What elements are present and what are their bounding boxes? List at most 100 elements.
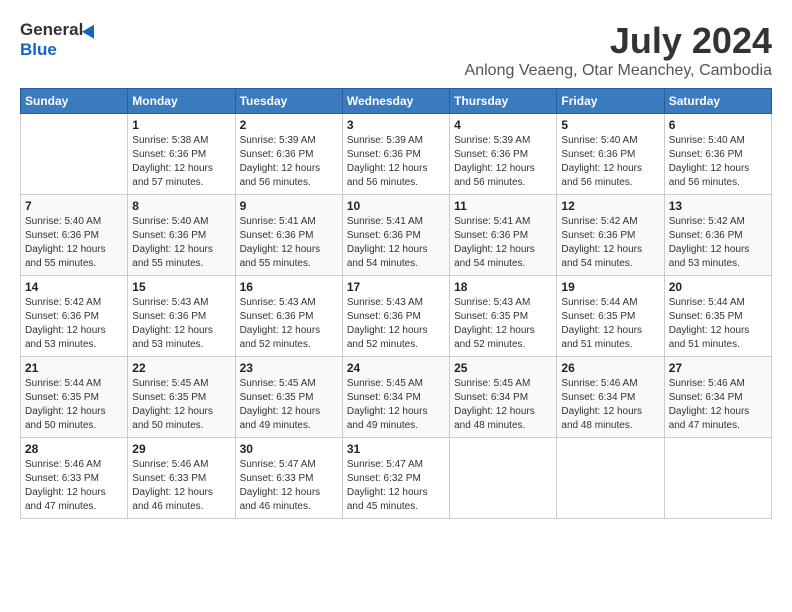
logo: General Blue [20, 20, 98, 60]
day-info: Sunrise: 5:39 AM Sunset: 6:36 PM Dayligh… [347, 134, 445, 190]
day-number: 2 [240, 118, 338, 132]
day-info: Sunrise: 5:41 AM Sunset: 6:36 PM Dayligh… [347, 215, 445, 271]
day-number: 1 [132, 118, 230, 132]
day-info: Sunrise: 5:38 AM Sunset: 6:36 PM Dayligh… [132, 134, 230, 190]
logo-general: General [20, 20, 83, 40]
day-number: 29 [132, 442, 230, 456]
day-info: Sunrise: 5:41 AM Sunset: 6:36 PM Dayligh… [240, 215, 338, 271]
day-info: Sunrise: 5:47 AM Sunset: 6:33 PM Dayligh… [240, 458, 338, 514]
logo-icon [82, 21, 100, 38]
table-row: 24Sunrise: 5:45 AM Sunset: 6:34 PM Dayli… [342, 357, 449, 438]
day-number: 15 [132, 280, 230, 294]
table-row: 16 Sunrise: 5:43 AM Sunset: 6:36 PM Dayli… [235, 276, 342, 357]
table-row: 12Sunrise: 5:42 AM Sunset: 6:36 PM Dayli… [557, 195, 664, 276]
day-number: 21 [25, 361, 123, 375]
day-info: Sunrise: 5:46 AM Sunset: 6:33 PM Dayligh… [132, 458, 230, 514]
day-info: Sunrise: 5:45 AM Sunset: 6:35 PM Dayligh… [240, 377, 338, 433]
table-row: 4 Sunrise: 5:39 AM Sunset: 6:36 PM Daylig… [450, 114, 557, 195]
table-row: 31 Sunrise: 5:47 AM Sunset: 6:32 PM Dayli… [342, 438, 449, 519]
day-number: 17 [347, 280, 445, 294]
header: General Blue July 2024 Anlong Veaeng, Ot… [20, 20, 772, 80]
day-info: Sunrise: 5:46 AM Sunset: 6:33 PM Dayligh… [25, 458, 123, 514]
table-row: 30 Sunrise: 5:47 AM Sunset: 6:33 PM Dayli… [235, 438, 342, 519]
table-row: 29 Sunrise: 5:46 AM Sunset: 6:33 PM Dayli… [128, 438, 235, 519]
calendar-week-row: 7 Sunrise: 5:40 AM Sunset: 6:36 PM Daylig… [21, 195, 772, 276]
location: Anlong Veaeng, Otar Meanchey, Cambodia [465, 62, 772, 80]
table-row: 19 Sunrise: 5:44 AM Sunset: 6:35 PM Dayli… [557, 276, 664, 357]
table-row: 27Sunrise: 5:46 AM Sunset: 6:34 PM Dayli… [664, 357, 771, 438]
day-number: 14 [25, 280, 123, 294]
table-row: 25Sunrise: 5:45 AM Sunset: 6:34 PM Dayli… [450, 357, 557, 438]
header-saturday: Saturday [664, 89, 771, 114]
table-row: 26Sunrise: 5:46 AM Sunset: 6:34 PM Dayli… [557, 357, 664, 438]
day-info: Sunrise: 5:44 AM Sunset: 6:35 PM Dayligh… [25, 377, 123, 433]
table-row [450, 438, 557, 519]
table-row: 5Sunrise: 5:40 AM Sunset: 6:36 PM Daylig… [557, 114, 664, 195]
month-year: July 2024 [465, 20, 772, 62]
calendar-header-row: Sunday Monday Tuesday Wednesday Thursday… [21, 89, 772, 114]
table-row: 6 Sunrise: 5:40 AM Sunset: 6:36 PM Daylig… [664, 114, 771, 195]
day-info: Sunrise: 5:39 AM Sunset: 6:36 PM Dayligh… [240, 134, 338, 190]
day-number: 16 [240, 280, 338, 294]
table-row: 17 Sunrise: 5:43 AM Sunset: 6:36 PM Dayli… [342, 276, 449, 357]
table-row: 23 Sunrise: 5:45 AM Sunset: 6:35 PM Dayli… [235, 357, 342, 438]
day-info: Sunrise: 5:43 AM Sunset: 6:36 PM Dayligh… [240, 296, 338, 352]
day-number: 12 [561, 199, 659, 213]
day-number: 7 [25, 199, 123, 213]
table-row [557, 438, 664, 519]
table-row: 20 Sunrise: 5:44 AM Sunset: 6:35 PM Dayli… [664, 276, 771, 357]
calendar: Sunday Monday Tuesday Wednesday Thursday… [20, 88, 772, 519]
day-number: 31 [347, 442, 445, 456]
day-number: 4 [454, 118, 552, 132]
day-number: 27 [669, 361, 767, 375]
day-number: 10 [347, 199, 445, 213]
day-number: 25 [454, 361, 552, 375]
day-info: Sunrise: 5:43 AM Sunset: 6:36 PM Dayligh… [347, 296, 445, 352]
day-number: 8 [132, 199, 230, 213]
table-row [21, 114, 128, 195]
title-area: July 2024 Anlong Veaeng, Otar Meanchey, … [465, 20, 772, 80]
header-sunday: Sunday [21, 89, 128, 114]
day-info: Sunrise: 5:42 AM Sunset: 6:36 PM Dayligh… [669, 215, 767, 271]
day-info: Sunrise: 5:44 AM Sunset: 6:35 PM Dayligh… [561, 296, 659, 352]
calendar-week-row: 21 Sunrise: 5:44 AM Sunset: 6:35 PM Dayli… [21, 357, 772, 438]
day-info: Sunrise: 5:44 AM Sunset: 6:35 PM Dayligh… [669, 296, 767, 352]
day-number: 28 [25, 442, 123, 456]
day-info: Sunrise: 5:40 AM Sunset: 6:36 PM Dayligh… [25, 215, 123, 271]
calendar-week-row: 28 Sunrise: 5:46 AM Sunset: 6:33 PM Dayli… [21, 438, 772, 519]
table-row: 9 Sunrise: 5:41 AM Sunset: 6:36 PM Daylig… [235, 195, 342, 276]
day-info: Sunrise: 5:45 AM Sunset: 6:34 PM Dayligh… [347, 377, 445, 433]
table-row: 7 Sunrise: 5:40 AM Sunset: 6:36 PM Daylig… [21, 195, 128, 276]
table-row: 14Sunrise: 5:42 AM Sunset: 6:36 PM Dayli… [21, 276, 128, 357]
day-info: Sunrise: 5:43 AM Sunset: 6:35 PM Dayligh… [454, 296, 552, 352]
day-info: Sunrise: 5:47 AM Sunset: 6:32 PM Dayligh… [347, 458, 445, 514]
calendar-week-row: 1 Sunrise: 5:38 AM Sunset: 6:36 PM Daylig… [21, 114, 772, 195]
day-number: 11 [454, 199, 552, 213]
header-friday: Friday [557, 89, 664, 114]
day-info: Sunrise: 5:45 AM Sunset: 6:35 PM Dayligh… [132, 377, 230, 433]
day-info: Sunrise: 5:40 AM Sunset: 6:36 PM Dayligh… [669, 134, 767, 190]
table-row: 2 Sunrise: 5:39 AM Sunset: 6:36 PM Daylig… [235, 114, 342, 195]
day-number: 6 [669, 118, 767, 132]
day-number: 3 [347, 118, 445, 132]
header-wednesday: Wednesday [342, 89, 449, 114]
table-row: 8Sunrise: 5:40 AM Sunset: 6:36 PM Daylig… [128, 195, 235, 276]
table-row: 18Sunrise: 5:43 AM Sunset: 6:35 PM Dayli… [450, 276, 557, 357]
table-row: 28 Sunrise: 5:46 AM Sunset: 6:33 PM Dayli… [21, 438, 128, 519]
day-number: 30 [240, 442, 338, 456]
header-monday: Monday [128, 89, 235, 114]
day-number: 23 [240, 361, 338, 375]
table-row: 21 Sunrise: 5:44 AM Sunset: 6:35 PM Dayli… [21, 357, 128, 438]
day-info: Sunrise: 5:39 AM Sunset: 6:36 PM Dayligh… [454, 134, 552, 190]
table-row [664, 438, 771, 519]
table-row: 3 Sunrise: 5:39 AM Sunset: 6:36 PM Daylig… [342, 114, 449, 195]
day-number: 20 [669, 280, 767, 294]
day-number: 19 [561, 280, 659, 294]
table-row: 1 Sunrise: 5:38 AM Sunset: 6:36 PM Daylig… [128, 114, 235, 195]
table-row: 22Sunrise: 5:45 AM Sunset: 6:35 PM Dayli… [128, 357, 235, 438]
table-row: 15Sunrise: 5:43 AM Sunset: 6:36 PM Dayli… [128, 276, 235, 357]
header-tuesday: Tuesday [235, 89, 342, 114]
day-number: 26 [561, 361, 659, 375]
day-number: 9 [240, 199, 338, 213]
day-number: 13 [669, 199, 767, 213]
